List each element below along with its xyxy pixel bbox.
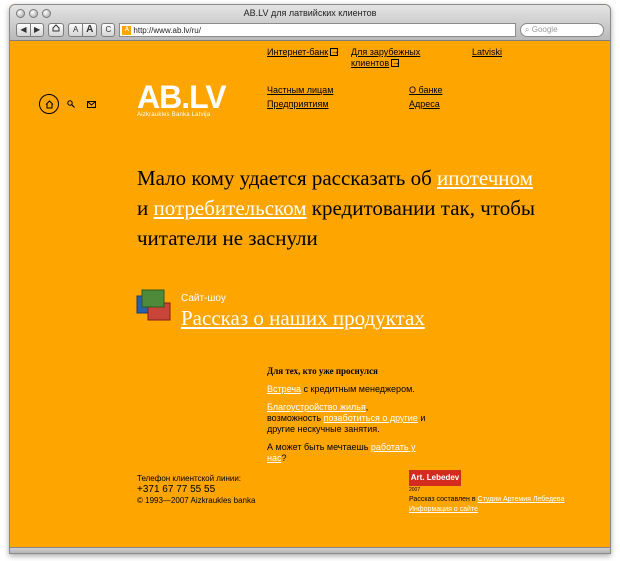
phone-number: +371 67 77 55 55 <box>137 484 216 495</box>
nav-addresses-link[interactable]: Адреса <box>409 99 440 110</box>
window-bottom-bar <box>10 547 610 553</box>
smaller-text-button[interactable]: A <box>68 23 83 37</box>
home-text-1: , <box>365 402 369 412</box>
search-placeholder: Google <box>531 25 558 34</box>
browser-chrome: AB.LV для латвийских клиентов ◀ ▶ A A C … <box>10 5 610 41</box>
meeting-link[interactable]: Встреча <box>267 384 301 394</box>
studio-year: 2007 <box>409 487 421 493</box>
credits-text: Рассказ составлен в <box>409 496 478 503</box>
window-title: AB.LV для латвийских клиентов <box>243 8 377 18</box>
nav-business-link[interactable]: Предприятиям <box>267 99 329 110</box>
meeting-paragraph: Встреча с кредитным менеджером. <box>267 384 427 395</box>
dream-text: А может быть мечтаешь <box>267 442 371 452</box>
browser-toolbar: ◀ ▶ A A C A http://www.ab.lv/ru/ ⌕ Googl… <box>16 22 604 38</box>
foreign-clients-label-2: клиентов <box>351 58 390 68</box>
font-size-buttons: A A <box>68 23 98 37</box>
internet-bank-link[interactable]: Интернет-банк → <box>267 47 340 58</box>
address-text: http://www.ab.lv/ru/ <box>133 25 201 35</box>
house-icon <box>52 24 60 32</box>
dream-paragraph: А может быть мечтаешь работать у нас? <box>267 442 427 464</box>
home-button[interactable] <box>48 23 65 37</box>
mortgage-link[interactable]: ипотечном <box>437 166 533 190</box>
about-site-link[interactable]: Информация о сайте <box>409 506 478 513</box>
logo-subtitle: Aizkraukles Banka Latvija <box>137 112 211 118</box>
external-arrow-icon: → <box>330 47 340 56</box>
home-link[interactable] <box>39 94 59 114</box>
awake-title: Для тех, кто уже проснулся <box>267 366 378 376</box>
foreign-clients-label-1: Для зарубежных <box>351 47 421 57</box>
awake-section: Для тех, кто уже проснулся Встреча с кре… <box>267 366 427 471</box>
house-icon <box>45 99 53 108</box>
slideshow-icon[interactable] <box>136 289 172 323</box>
footer-contacts: Телефон клиентской линии: +371 67 77 55 … <box>137 473 255 506</box>
larger-text-button[interactable]: A <box>82 23 98 37</box>
copyright: © 1993—2007 Aizkraukles banka <box>137 496 256 505</box>
nav-about-link[interactable]: О банке <box>409 85 442 96</box>
consumer-credit-link[interactable]: потребительском <box>154 196 307 220</box>
slideshow-label: Сайт-шоу <box>181 293 226 304</box>
studio-link[interactable]: Студии Артемия Лебедева <box>478 496 565 503</box>
meeting-text: с кредитным менеджером. <box>301 384 415 394</box>
studio-logo[interactable]: Art. Lebedev <box>409 470 461 486</box>
magnifier-icon <box>67 100 75 108</box>
mail-link[interactable] <box>86 99 96 109</box>
foreign-clients-link[interactable]: Для зарубежных клиентов → <box>351 47 420 69</box>
page-content: Интернет-банк → Для зарубежных клиентов → … <box>10 41 610 553</box>
envelope-icon <box>86 100 96 108</box>
logo-wordmark: AB.LV <box>137 79 227 115</box>
history-buttons: ◀ ▶ <box>16 23 45 37</box>
latviski-link[interactable]: Latviski <box>472 47 502 58</box>
internet-bank-label: Интернет-банк <box>267 47 329 57</box>
address-bar[interactable]: A http://www.ab.lv/ru/ <box>119 23 516 37</box>
dream-end: ? <box>281 453 287 463</box>
search-link[interactable] <box>66 99 76 109</box>
browser-window: AB.LV для латвийских клиентов ◀ ▶ A A C … <box>9 4 611 554</box>
reload-button[interactable]: C <box>101 23 116 37</box>
home-text-2: возможность <box>267 413 324 423</box>
nav-private-link[interactable]: Частным лицам <box>267 85 333 96</box>
slideshow-link[interactable]: Рассказ о наших продуктах <box>181 306 425 331</box>
credits: Рассказ составлен в Студии Артемия Лебед… <box>409 495 564 515</box>
home-paragraph: Благоустройство жилья, возможность позаб… <box>267 402 427 435</box>
headline: Мало кому удается рассказать об ипотечно… <box>137 163 577 253</box>
forward-button[interactable]: ▶ <box>30 23 45 37</box>
search-input[interactable]: ⌕ Google <box>520 23 604 37</box>
back-button[interactable]: ◀ <box>16 23 30 37</box>
ablv-logo[interactable]: AB.LV Aizkraukles Banka Latvija <box>137 79 227 121</box>
site-favicon-icon: A <box>122 25 132 35</box>
external-arrow-icon: → <box>391 58 401 67</box>
headline-text-1: Мало кому удается рассказать об <box>137 166 438 190</box>
headline-text-2: и <box>137 196 154 220</box>
home-improvement-link[interactable]: Благоустройство жилья <box>267 402 366 412</box>
search-icon: ⌕ <box>525 25 530 34</box>
phone-label: Телефон клиентской линии: <box>137 474 242 483</box>
care-link[interactable]: позаботиться о другие <box>324 413 418 423</box>
